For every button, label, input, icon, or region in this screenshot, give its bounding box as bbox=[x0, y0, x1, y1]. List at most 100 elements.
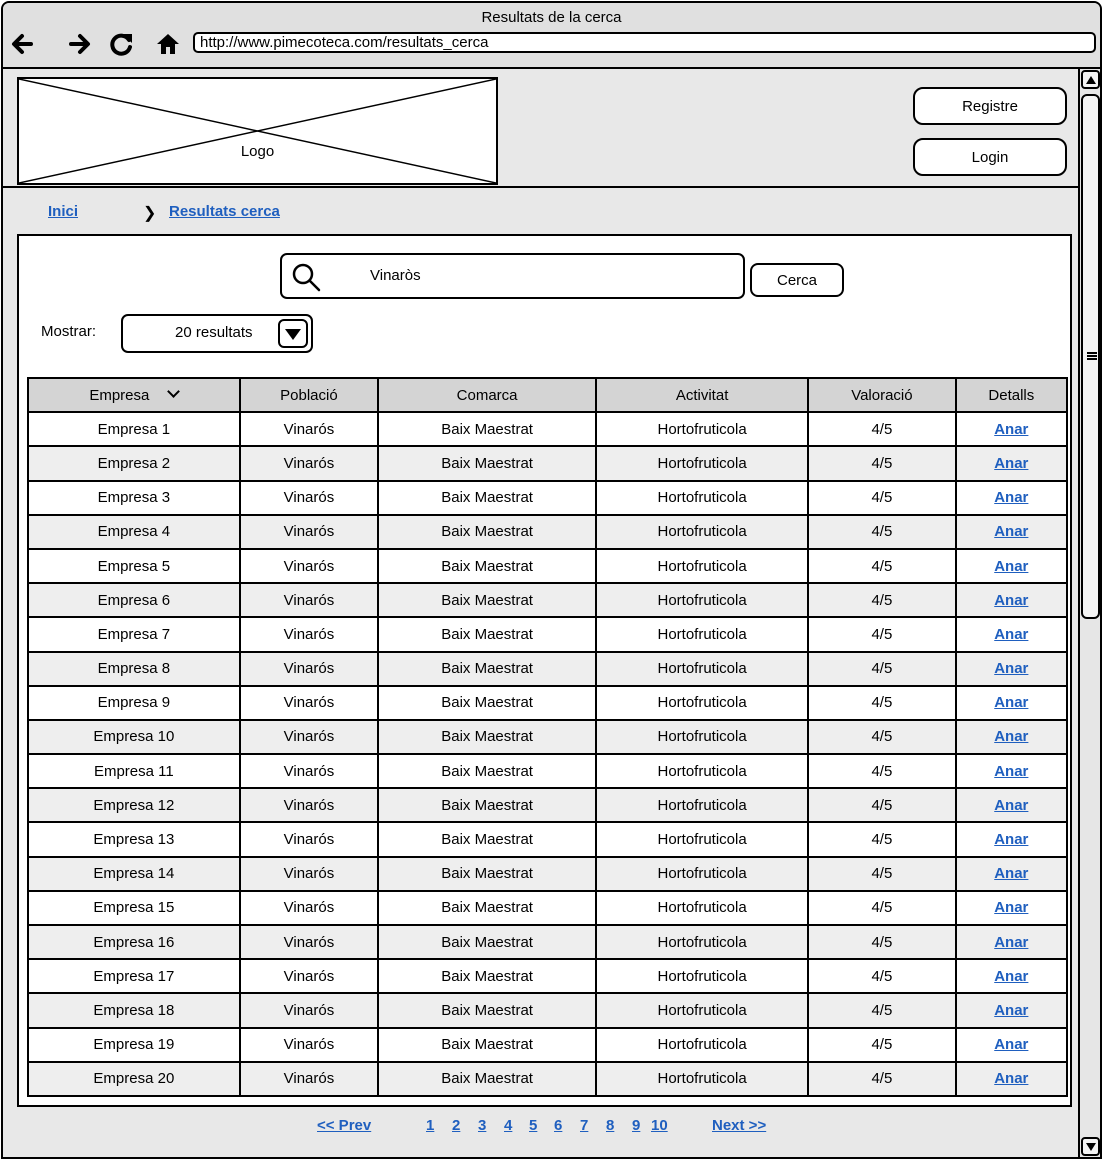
details-link[interactable]: Anar bbox=[994, 1036, 1028, 1053]
home-icon[interactable] bbox=[153, 29, 183, 59]
details-link[interactable]: Anar bbox=[994, 797, 1028, 814]
search-input[interactable]: Vinaròs bbox=[280, 253, 745, 299]
page-link-9[interactable]: 9 bbox=[632, 1117, 640, 1134]
details-link[interactable]: Anar bbox=[994, 558, 1028, 575]
url-bar[interactable]: http://www.pimecoteca.com/resultats_cerc… bbox=[193, 32, 1096, 53]
table-header-row: Empresa Població Comarca Activitat Valor… bbox=[27, 376, 1069, 414]
column-header-empresa[interactable]: Empresa bbox=[27, 376, 241, 414]
cell-poblacio: Vinarós bbox=[238, 684, 380, 721]
forward-arrow-icon[interactable] bbox=[65, 29, 95, 59]
show-label: Mostrar: bbox=[41, 323, 97, 340]
details-link[interactable]: Anar bbox=[994, 523, 1028, 540]
dropdown-arrow-icon[interactable] bbox=[278, 319, 308, 348]
cell-detalls: Anar bbox=[954, 650, 1069, 687]
cell-valoracio: 4/5 bbox=[807, 411, 957, 448]
details-link[interactable]: Anar bbox=[994, 1070, 1028, 1087]
details-link[interactable]: Anar bbox=[994, 968, 1028, 985]
page-link-4[interactable]: 4 bbox=[504, 1117, 512, 1134]
register-button[interactable]: Registre bbox=[913, 87, 1067, 125]
cell-empresa: Empresa 13 bbox=[27, 821, 241, 858]
cell-empresa: Empresa 16 bbox=[27, 923, 241, 961]
page-link-5[interactable]: 5 bbox=[529, 1117, 537, 1134]
cell-poblacio: Vinarós bbox=[238, 616, 380, 653]
prev-page-link[interactable]: << Prev bbox=[317, 1117, 371, 1134]
search-button[interactable]: Cerca bbox=[750, 263, 844, 297]
details-link[interactable]: Anar bbox=[994, 763, 1028, 780]
cell-poblacio: Vinarós bbox=[238, 479, 380, 516]
details-link[interactable]: Anar bbox=[994, 1002, 1028, 1019]
cell-comarca: Baix Maestrat bbox=[377, 513, 598, 550]
cell-valoracio: 4/5 bbox=[807, 582, 957, 619]
breadcrumb-home-link[interactable]: Inici bbox=[48, 203, 78, 220]
cell-activitat: Hortofruticola bbox=[595, 513, 810, 550]
details-link[interactable]: Anar bbox=[994, 421, 1028, 438]
details-link[interactable]: Anar bbox=[994, 865, 1028, 882]
scroll-up-icon[interactable] bbox=[1081, 70, 1100, 89]
cell-empresa: Empresa 7 bbox=[27, 616, 241, 653]
cell-empresa: Empresa 14 bbox=[27, 855, 241, 892]
page-link-3[interactable]: 3 bbox=[478, 1117, 486, 1134]
details-link[interactable]: Anar bbox=[994, 489, 1028, 506]
details-link[interactable]: Anar bbox=[994, 626, 1028, 643]
scroll-down-icon[interactable] bbox=[1081, 1137, 1100, 1156]
details-link[interactable]: Anar bbox=[994, 660, 1028, 677]
breadcrumb-current-link[interactable]: Resultats cerca bbox=[169, 203, 280, 220]
login-button[interactable]: Login bbox=[913, 138, 1067, 176]
results-count-select[interactable]: 20 resultats bbox=[121, 314, 313, 353]
cell-poblacio: Vinarós bbox=[238, 923, 380, 961]
reload-icon[interactable] bbox=[107, 29, 137, 59]
cell-detalls: Anar bbox=[954, 616, 1069, 653]
cell-valoracio: 4/5 bbox=[807, 1026, 957, 1063]
cell-poblacio: Vinarós bbox=[238, 992, 380, 1029]
details-link[interactable]: Anar bbox=[994, 831, 1028, 848]
page-link-10[interactable]: 10 bbox=[651, 1117, 668, 1134]
page-link-8[interactable]: 8 bbox=[606, 1117, 614, 1134]
breadcrumb-chevron-icon: ❯ bbox=[143, 205, 157, 222]
cell-valoracio: 4/5 bbox=[807, 1060, 957, 1097]
cell-activitat: Hortofruticola bbox=[595, 650, 810, 687]
table-row: Empresa 4 Vinarós Baix Maestrat Hortofrutic… bbox=[27, 513, 1069, 550]
cell-empresa: Empresa 8 bbox=[27, 650, 241, 687]
page-link-2[interactable]: 2 bbox=[452, 1117, 460, 1134]
cell-empresa: Empresa 4 bbox=[27, 513, 241, 550]
cell-detalls: Anar bbox=[954, 889, 1069, 927]
back-arrow-icon[interactable] bbox=[7, 29, 37, 59]
page-link-6[interactable]: 6 bbox=[554, 1117, 562, 1134]
page-link-7[interactable]: 7 bbox=[580, 1117, 588, 1134]
cell-detalls: Anar bbox=[954, 753, 1069, 790]
details-link[interactable]: Anar bbox=[994, 455, 1028, 472]
cell-activitat: Hortofruticola bbox=[595, 616, 810, 653]
cell-comarca: Baix Maestrat bbox=[377, 582, 598, 619]
cell-detalls: Anar bbox=[954, 821, 1069, 858]
details-link[interactable]: Anar bbox=[994, 694, 1028, 711]
cell-valoracio: 4/5 bbox=[807, 479, 957, 516]
cell-activitat: Hortofruticola bbox=[595, 923, 810, 961]
cell-comarca: Baix Maestrat bbox=[377, 547, 598, 585]
details-link[interactable]: Anar bbox=[994, 934, 1028, 951]
details-link[interactable]: Anar bbox=[994, 592, 1028, 609]
cell-poblacio: Vinarós bbox=[238, 445, 380, 482]
table-row: Empresa 15 Vinarós Baix Maestrat Hortofruti… bbox=[27, 889, 1069, 927]
scroll-grip-icon bbox=[1087, 352, 1097, 360]
page-link-1[interactable]: 1 bbox=[426, 1117, 434, 1134]
next-page-link[interactable]: Next >> bbox=[712, 1117, 766, 1134]
scrollbar-thumb[interactable] bbox=[1081, 94, 1100, 619]
table-row: Empresa 5 Vinarós Baix Maestrat Hortofrutic… bbox=[27, 547, 1069, 585]
vertical-scrollbar[interactable] bbox=[1078, 69, 1100, 1157]
table-row: Empresa 18 Vinarós Baix Maestrat Hortofruti… bbox=[27, 992, 1069, 1029]
cell-empresa: Empresa 18 bbox=[27, 992, 241, 1029]
table-row: Empresa 2 Vinarós Baix Maestrat Hortofrutic… bbox=[27, 445, 1069, 482]
browser-toolbar: Resultats de la cerca http://www.pimecot… bbox=[3, 3, 1100, 69]
cell-valoracio: 4/5 bbox=[807, 753, 957, 790]
cell-poblacio: Vinarós bbox=[238, 889, 380, 927]
sort-chevron-icon[interactable] bbox=[167, 384, 181, 398]
details-link[interactable]: Anar bbox=[994, 899, 1028, 916]
cell-detalls: Anar bbox=[954, 547, 1069, 585]
cell-empresa: Empresa 2 bbox=[27, 445, 241, 482]
details-link[interactable]: Anar bbox=[994, 728, 1028, 745]
cell-activitat: Hortofruticola bbox=[595, 479, 810, 516]
cell-comarca: Baix Maestrat bbox=[377, 718, 598, 756]
search-icon bbox=[292, 263, 321, 292]
cell-comarca: Baix Maestrat bbox=[377, 923, 598, 961]
column-header-detalls: Detalls bbox=[954, 376, 1069, 414]
